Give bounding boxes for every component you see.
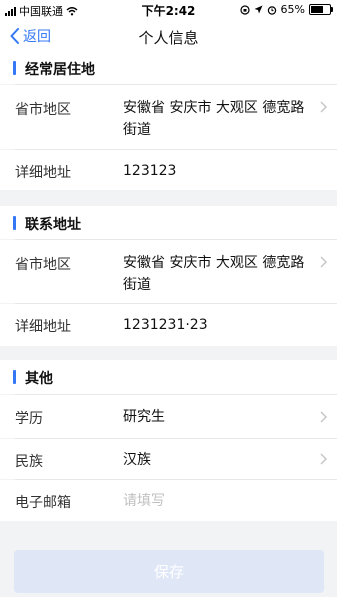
section-accent-bar [13,216,16,230]
residence-detail-value: 123123 [123,163,177,179]
battery-icon [309,4,333,15]
ethnicity-row[interactable]: 民族 汉族 [0,439,337,479]
alarm-icon [267,5,276,15]
section-accent-bar [13,370,16,384]
field-label: 省市地区 [15,257,71,273]
battery-percent: 65% [280,3,305,16]
field-label: 学历 [15,411,43,427]
status-bar: 中国联通 下午2:42 65% [0,0,337,20]
contact-region-value: 安徽省 安庆市 大观区 德宽路街道 [123,255,305,293]
section-title: 联系地址 [25,217,81,233]
contact-region-row[interactable]: 省市地区 安徽省 安庆市 大观区 德宽路街道 [0,240,337,303]
field-label: 民族 [15,454,43,470]
residence-detail-row[interactable]: 详细地址 123123 [0,150,337,190]
section-title: 其他 [25,371,53,387]
ethnicity-value: 汉族 [123,452,151,468]
section-header-other: 其他 [0,360,337,394]
email-input[interactable]: 请填写 [123,490,308,512]
chevron-right-icon [320,256,327,268]
email-row[interactable]: 电子邮箱 请填写 [0,480,337,521]
residence-region-value: 安徽省 安庆市 大观区 德宽路街道 [123,100,305,138]
field-label: 电子邮箱 [15,495,71,511]
chevron-right-icon [320,411,327,423]
save-button[interactable]: 保存 [14,550,324,593]
chevron-right-icon [320,101,327,113]
education-row[interactable]: 学历 研究生 [0,395,337,438]
education-value: 研究生 [123,409,165,425]
field-label: 详细地址 [15,319,71,335]
field-label: 省市地区 [15,102,71,118]
rotation-lock-icon [239,4,250,15]
section-header-contact: 联系地址 [0,206,337,239]
battery-level [311,6,323,13]
location-icon [254,5,263,13]
contact-detail-row[interactable]: 详细地址 1231231·23 [0,304,337,346]
nav-bar: 返回 个人信息 [0,20,337,52]
page-title: 个人信息 [138,29,199,47]
residence-region-row[interactable]: 省市地区 安徽省 安庆市 大观区 德宽路街道 [0,85,337,149]
status-right: 65% [239,3,333,16]
contact-detail-value: 1231231·23 [123,317,208,333]
section-accent-bar [13,61,16,75]
chevron-right-icon [320,453,327,465]
section-title: 经常居住地 [25,62,95,78]
field-label: 详细地址 [15,165,71,181]
section-header-residence: 经常居住地 [0,52,337,84]
